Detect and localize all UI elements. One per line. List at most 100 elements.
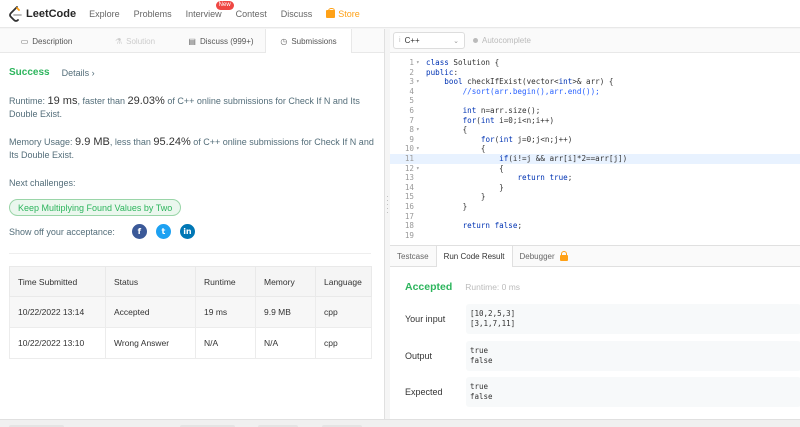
cell-time: 10/22/2022 13:14 [9, 296, 106, 328]
next-challenge-pill[interactable]: Keep Multiplying Found Values by Two [9, 199, 182, 216]
line-number: 11 [404, 153, 414, 163]
fold-arrow-icon[interactable]: ▾ [416, 125, 426, 135]
leetcode-logo-icon [9, 5, 22, 22]
tab-solution[interactable]: ⚗ Solution [93, 29, 177, 53]
fold-arrow-icon[interactable]: ▾ [416, 77, 426, 87]
code-text: class Solution { [426, 58, 500, 67]
code-text: { [426, 163, 504, 173]
fold-arrow-icon[interactable] [416, 192, 426, 202]
code-line[interactable]: 6 int n=arr.size(); [390, 106, 800, 116]
result-header: Success Details › [9, 67, 95, 78]
tab-testcase[interactable]: Testcase [390, 246, 436, 267]
code-line[interactable]: 13 return true; [390, 173, 800, 183]
nav-store[interactable]: Store [326, 7, 360, 19]
nav-interview-label: Interview [185, 8, 222, 19]
linkedin-icon[interactable]: in [179, 224, 195, 239]
expected-row: Expected true false [405, 377, 800, 407]
fold-arrow-icon[interactable] [416, 212, 426, 222]
nav-contest[interactable]: Contest [236, 9, 267, 19]
fold-arrow-icon[interactable] [416, 68, 426, 78]
fold-arrow-icon[interactable] [416, 202, 426, 212]
problem-tabs: ▭ Description ⚗ Solution ▤ Discuss (999+… [0, 29, 384, 53]
run-status: Accepted [405, 281, 453, 293]
cell-status-link[interactable]: Wrong Answer [105, 327, 196, 359]
autocomplete-toggle[interactable]: Autocomplete [473, 36, 531, 45]
code-line[interactable]: 10 ▾ { [390, 144, 800, 154]
lock-icon [559, 250, 568, 261]
header-runtime[interactable]: Runtime [195, 266, 256, 297]
nav-problems[interactable]: Problems [134, 9, 172, 19]
code-line[interactable]: 5 [390, 96, 800, 106]
memory-prefix: Memory Usage: [9, 137, 76, 147]
line-number: 9 [409, 134, 414, 144]
header-language[interactable]: Language [315, 266, 372, 297]
fold-arrow-icon[interactable] [416, 221, 426, 231]
input-line: [10,2,5,3] [470, 309, 516, 318]
table-row[interactable]: 10/22/2022 13:14 Accepted 19 ms 9.9 MB c… [9, 296, 372, 328]
code-editor[interactable]: 1 ▾ class Solution {2 public: 3 ▾ bool checkI… [390, 58, 800, 271]
code-line[interactable]: 9 for(int j=0;j<n;j++) [390, 135, 800, 145]
output-line: false [470, 356, 493, 365]
fold-arrow-icon[interactable] [416, 87, 426, 97]
twitter-icon[interactable]: t [155, 224, 171, 239]
fold-arrow-icon[interactable] [416, 154, 426, 164]
fold-arrow-icon[interactable] [416, 231, 426, 241]
fold-arrow-icon[interactable] [416, 183, 426, 193]
code-line[interactable]: 12 ▾ { [390, 164, 800, 174]
tab-run-code-result[interactable]: Run Code Result [435, 246, 513, 267]
runtime-prefix: Runtime: [9, 96, 48, 106]
details-link[interactable]: Details › [62, 68, 95, 78]
code-line[interactable]: 8 ▾ { [390, 125, 800, 135]
fold-arrow-icon[interactable]: ▾ [416, 144, 426, 154]
flask-icon: ⚗ [114, 36, 123, 46]
line-number: 6 [409, 105, 414, 115]
fold-arrow-icon[interactable] [416, 106, 426, 116]
input-line: [3,1,7,11] [470, 319, 516, 328]
leetcode-logo[interactable]: LeetCode [9, 5, 76, 22]
tab-discuss[interactable]: ▤ Discuss (999+) [177, 29, 265, 53]
line-number: 1 [409, 58, 414, 67]
tab-submissions[interactable]: ◷ Submissions [265, 29, 352, 53]
cell-language: cpp [315, 327, 372, 359]
fold-arrow-icon[interactable] [416, 135, 426, 145]
code-line[interactable]: 1 ▾ class Solution { [390, 58, 800, 68]
facebook-icon[interactable]: f [131, 224, 147, 239]
fold-arrow-icon[interactable] [416, 116, 426, 126]
autocomplete-label: Autocomplete [482, 36, 531, 45]
nav-discuss[interactable]: Discuss [281, 9, 313, 19]
runtime-mid: , faster than [77, 96, 128, 106]
code-line[interactable]: 7 for(int i=0;i<n;i++) [390, 116, 800, 126]
table-row[interactable]: 10/22/2022 13:10 Wrong Answer N/A N/A cp… [9, 327, 372, 359]
header-memory[interactable]: Memory [255, 266, 316, 297]
tab-discuss-label: Discuss (999+) [199, 36, 254, 46]
tab-debugger[interactable]: Debugger [513, 246, 575, 267]
fold-arrow-icon[interactable] [416, 96, 426, 106]
output-box: true false [466, 341, 800, 371]
header-time[interactable]: Time Submitted [9, 266, 106, 297]
code-line[interactable]: 11 if(i!=j && arr[i]*2==arr[j]) [390, 153, 800, 164]
panel-splitter[interactable]: · · · · · [386, 193, 389, 225]
code-line[interactable]: 16 } [390, 202, 800, 212]
code-line[interactable]: 15 } [390, 192, 800, 202]
code-line[interactable]: 18 return false; [390, 221, 800, 231]
code-text: for(int j=0;j<n;j++) [480, 134, 573, 144]
code-line[interactable]: 14 } [390, 183, 800, 193]
code-line[interactable]: 3 ▾ bool checkIfExist(vector<int>& arr) { [390, 77, 800, 87]
language-select[interactable]: i C++ ⌄ [393, 32, 465, 49]
cell-runtime: 19 ms [195, 296, 256, 328]
fold-arrow-icon[interactable]: ▾ [416, 164, 426, 174]
code-line[interactable]: 2 public: [390, 68, 800, 78]
fold-arrow-icon[interactable]: ▾ [416, 58, 426, 68]
store-icon [326, 7, 336, 18]
code-line[interactable]: 17 [390, 212, 800, 222]
nav-interview[interactable]: Interview New [185, 0, 234, 19]
code-line[interactable]: 4 //sort(arr.begin(),arr.end()); [390, 87, 800, 97]
code-line[interactable]: 19 [390, 231, 800, 241]
memory-value: 9.9 MB [75, 136, 110, 148]
header-status[interactable]: Status [105, 266, 196, 297]
fold-arrow-icon[interactable] [416, 173, 426, 183]
line-number: 4 [409, 86, 414, 96]
tab-description[interactable]: ▭ Description [0, 29, 93, 53]
nav-explore[interactable]: Explore [89, 9, 120, 19]
cell-status-link[interactable]: Accepted [105, 296, 196, 328]
